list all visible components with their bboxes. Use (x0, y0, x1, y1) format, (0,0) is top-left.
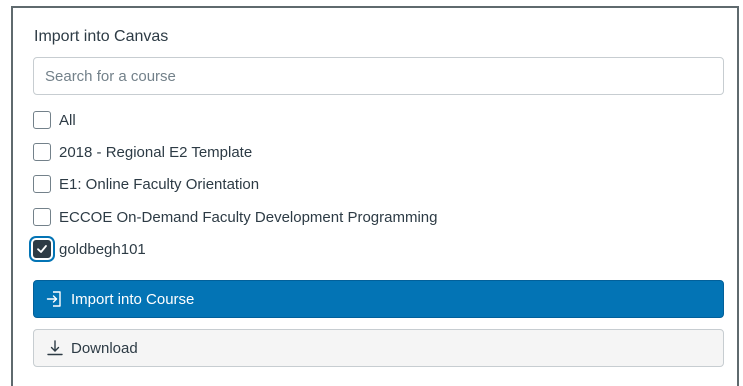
checkbox[interactable] (33, 111, 51, 129)
course-checkbox-all[interactable]: All (33, 108, 76, 132)
checkbox[interactable] (33, 208, 51, 226)
import-panel: Import into Canvas All 2018 - Regional E… (11, 6, 739, 386)
download-button-label: Download (71, 339, 138, 357)
checkbox[interactable] (33, 175, 51, 193)
checkbox[interactable] (33, 143, 51, 161)
import-into-course-button[interactable]: Import into Course (33, 280, 724, 318)
import-icon (45, 289, 65, 309)
checkbox-label: 2018 - Regional E2 Template (59, 143, 253, 161)
checkbox-label: ECCOE On-Demand Faculty Development Prog… (59, 208, 438, 226)
course-checkbox-e1-orientation[interactable]: E1: Online Faculty Orientation (33, 172, 259, 196)
course-search-input[interactable] (33, 57, 724, 95)
import-button-label: Import into Course (71, 290, 195, 308)
course-checkbox-eccoe[interactable]: ECCOE On-Demand Faculty Development Prog… (33, 205, 437, 229)
checkbox-label: goldbegh101 (59, 240, 146, 258)
checkbox-label: All (59, 111, 76, 129)
panel-title: Import into Canvas (34, 28, 169, 45)
download-icon (45, 338, 65, 358)
download-button[interactable]: Download (33, 329, 724, 367)
course-checkbox-goldbegh101[interactable]: goldbegh101 (33, 237, 146, 261)
checkmark-icon (37, 245, 47, 253)
course-checkbox-regional-e2[interactable]: 2018 - Regional E2 Template (33, 140, 252, 164)
checkbox-label: E1: Online Faculty Orientation (59, 175, 260, 193)
checkbox-checked[interactable] (33, 240, 51, 258)
